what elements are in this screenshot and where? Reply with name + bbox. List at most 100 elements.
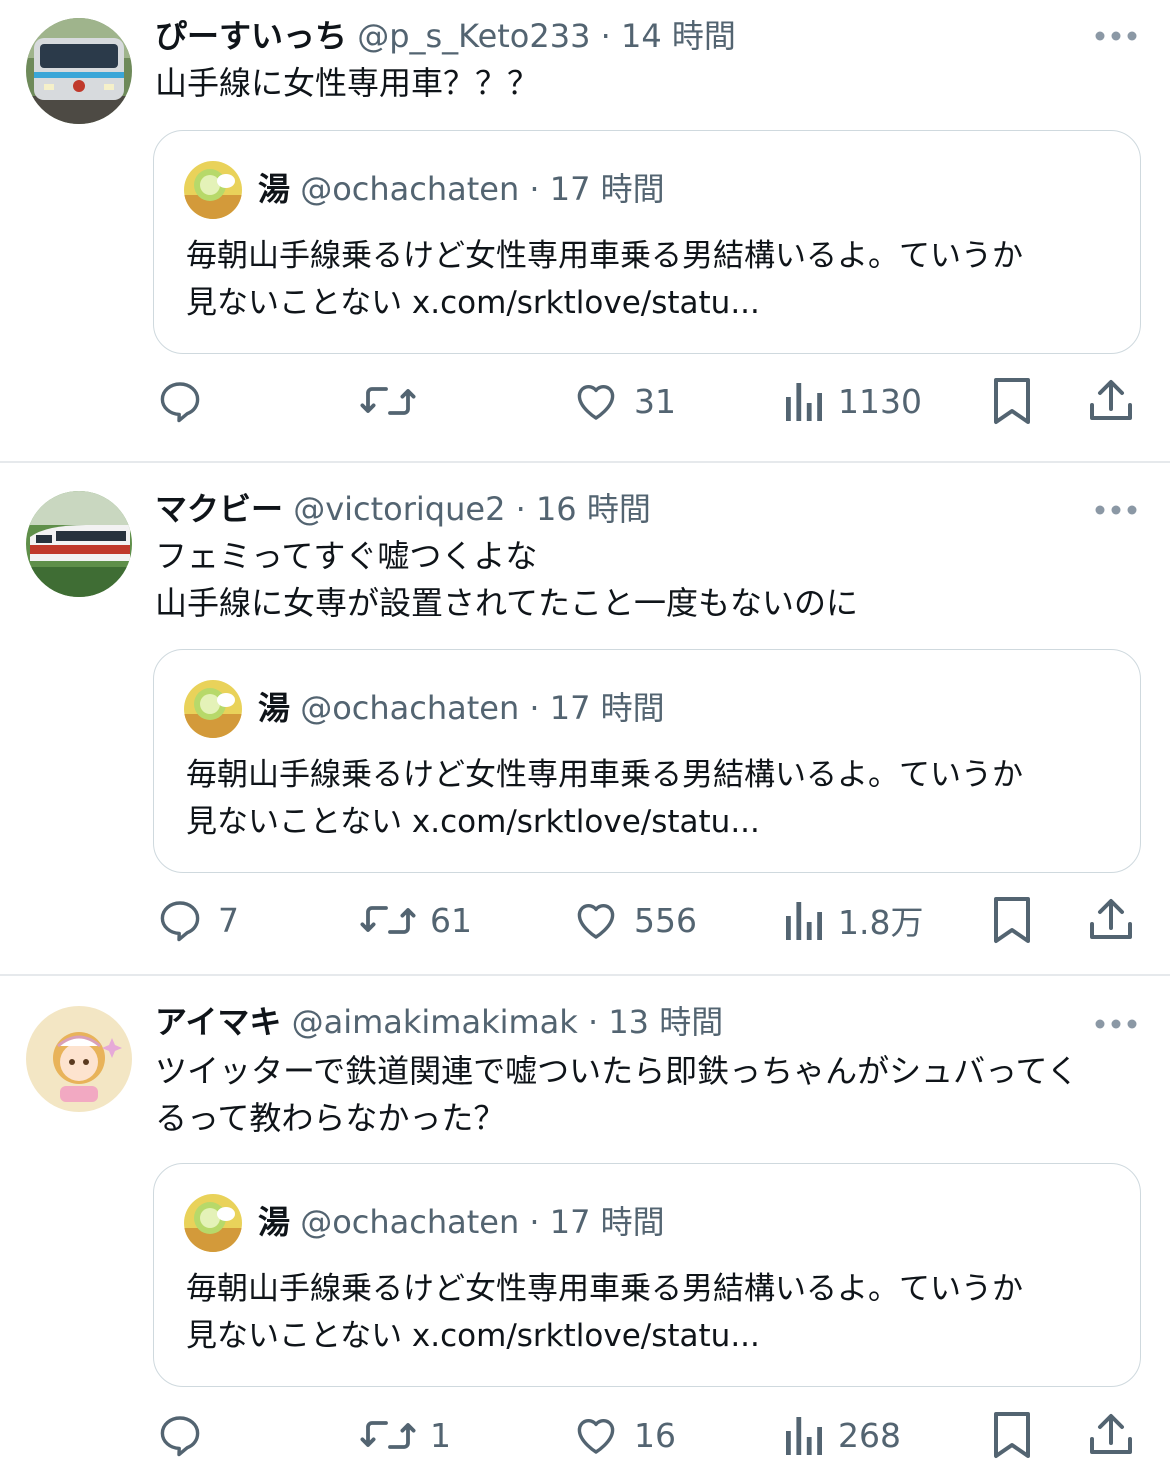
tweet-header: マクビー @victorique2 · 16 時間	[155, 489, 651, 529]
tweet-2[interactable]: マクビー @victorique2 · 16 時間 フェミってすぐ嘘つくよな 山…	[0, 463, 1170, 973]
author-handle[interactable]: @aimakimakimak	[292, 1003, 578, 1041]
tweet-text: ツイッターで鉄道関連で嘘ついたら即鉄っちゃんがシュバってく るって教わらなかった…	[155, 1052, 1079, 1137]
tweet-3[interactable]: アイマキ @aimakimakimak · 13 時間 ツイッターで鉄道関連で嘘…	[0, 976, 1170, 1480]
author-name[interactable]: ぴーすいっち	[155, 17, 347, 55]
share-button[interactable]	[1088, 895, 1134, 945]
lime-dessert-avatar	[184, 680, 242, 738]
timestamp[interactable]: 13 時間	[608, 1003, 723, 1041]
bookmark-button[interactable]	[990, 376, 1034, 426]
retweet-icon	[360, 1421, 416, 1449]
views-icon	[786, 902, 822, 940]
separator: ·	[529, 170, 540, 208]
separator: ·	[515, 490, 526, 528]
share-icon	[1090, 1414, 1132, 1454]
share-button[interactable]	[1088, 376, 1134, 426]
views-count: 1130	[838, 381, 922, 421]
bookmark-icon	[994, 897, 1030, 943]
quote-author-handle: @ochachaten	[300, 1203, 520, 1241]
quote-timestamp: 17 時間	[549, 689, 665, 727]
like-button[interactable]: 556	[572, 895, 697, 945]
avatar[interactable]	[26, 18, 132, 124]
views-button[interactable]: 1130	[784, 376, 922, 426]
lime-dessert-avatar	[184, 161, 242, 219]
reply-button[interactable]	[156, 376, 218, 426]
more-icon[interactable]	[1094, 30, 1138, 42]
bookmark-button[interactable]	[990, 1410, 1034, 1460]
quote-text: 毎朝山手線乗るけど女性専用車乗る男結構いるよ。ていうか 見ないことない x.co…	[186, 1271, 1023, 1354]
quote-timestamp: 17 時間	[549, 170, 665, 208]
tweet-1[interactable]: ぴーすいっち @p_s_Keto233 · 14 時間 山手線に女性専用車？？？…	[0, 0, 1170, 460]
retweet-icon	[360, 906, 416, 934]
like-count: 16	[634, 1415, 676, 1455]
like-count: 31	[634, 381, 676, 421]
like-icon	[577, 1418, 615, 1454]
quote-tweet[interactable]: 湯 @ochachaten · 17 時間 毎朝山手線乗るけど女性専用車乗る男結…	[153, 649, 1141, 873]
views-count: 1.8万	[838, 903, 924, 942]
quote-tweet[interactable]: 湯 @ochachaten · 17 時間 毎朝山手線乗るけど女性専用車乗る男結…	[153, 130, 1141, 354]
reply-count: 7	[218, 900, 239, 940]
quote-author-name: 湯	[258, 689, 291, 727]
avatar[interactable]	[26, 491, 132, 597]
bookmark-icon	[994, 378, 1030, 424]
retweet-button[interactable]	[360, 376, 430, 426]
timestamp[interactable]: 14 時間	[621, 17, 736, 55]
author-name[interactable]: アイマキ	[155, 1003, 281, 1041]
like-button[interactable]: 31	[572, 376, 676, 426]
quote-text: 毎朝山手線乗るけど女性専用車乗る男結構いるよ。ていうか 見ないことない x.co…	[186, 238, 1023, 321]
reply-button[interactable]: 7	[156, 895, 239, 945]
reply-icon	[160, 1416, 200, 1457]
views-count: 268	[838, 1415, 901, 1455]
views-button[interactable]: 1.8万	[784, 895, 923, 945]
separator: ·	[529, 689, 540, 727]
quote-avatar[interactable]	[184, 161, 242, 219]
quote-timestamp: 17 時間	[549, 1203, 665, 1241]
views-icon	[786, 383, 822, 421]
more-icon[interactable]	[1094, 1018, 1138, 1030]
bookmark-button[interactable]	[990, 895, 1034, 945]
author-handle[interactable]: @victorique2	[293, 490, 505, 528]
author-handle[interactable]: @p_s_Keto233	[357, 17, 590, 55]
quote-author-handle: @ochachaten	[300, 689, 520, 727]
express-train-photo-avatar	[26, 491, 132, 597]
quote-author-handle: @ochachaten	[300, 170, 520, 208]
avatar[interactable]	[26, 1006, 132, 1112]
tweet-text: フェミってすぐ嘘つくよな 山手線に女専が設置されてたこと一度もないのに	[155, 537, 859, 622]
like-icon	[577, 903, 615, 939]
quote-tweet[interactable]: 湯 @ochachaten · 17 時間 毎朝山手線乗るけど女性専用車乗る男結…	[153, 1163, 1141, 1387]
author-name[interactable]: マクビー	[155, 490, 283, 528]
separator: ·	[600, 17, 611, 55]
views-icon	[786, 1417, 822, 1455]
separator: ·	[529, 1203, 540, 1241]
quote-avatar[interactable]	[184, 1194, 242, 1252]
quote-avatar[interactable]	[184, 680, 242, 738]
retweet-count: 61	[430, 900, 472, 940]
like-icon	[577, 384, 615, 420]
separator: ·	[587, 1003, 599, 1041]
share-button[interactable]	[1088, 1410, 1134, 1460]
quote-header: 湯 @ochachaten · 17 時間	[258, 169, 665, 209]
views-button[interactable]: 268	[784, 1410, 901, 1460]
share-icon	[1090, 899, 1132, 939]
like-button[interactable]: 16	[572, 1410, 676, 1460]
like-count: 556	[634, 900, 697, 940]
quote-author-name: 湯	[258, 170, 291, 208]
retweet-button[interactable]: 1	[360, 1410, 451, 1460]
train-photo-avatar	[26, 18, 132, 124]
reply-icon	[160, 901, 200, 942]
bookmark-icon	[994, 1412, 1030, 1458]
quote-author-name: 湯	[258, 1203, 291, 1241]
retweet-count: 1	[430, 1415, 451, 1455]
timestamp[interactable]: 16 時間	[536, 490, 651, 528]
retweet-button[interactable]: 61	[360, 895, 472, 945]
share-icon	[1090, 380, 1132, 420]
anime-character-avatar	[26, 1006, 132, 1112]
quote-header: 湯 @ochachaten · 17 時間	[258, 1202, 665, 1242]
more-icon[interactable]	[1094, 504, 1138, 516]
reply-icon	[160, 382, 200, 423]
tweet-header: ぴーすいっち @p_s_Keto233 · 14 時間	[155, 16, 736, 56]
retweet-icon	[360, 387, 416, 415]
quote-text: 毎朝山手線乗るけど女性専用車乗る男結構いるよ。ていうか 見ないことない x.co…	[186, 757, 1023, 840]
tweet-text: 山手線に女性専用車？？？	[155, 64, 540, 102]
lime-dessert-avatar	[184, 1194, 242, 1252]
reply-button[interactable]	[156, 1410, 218, 1460]
